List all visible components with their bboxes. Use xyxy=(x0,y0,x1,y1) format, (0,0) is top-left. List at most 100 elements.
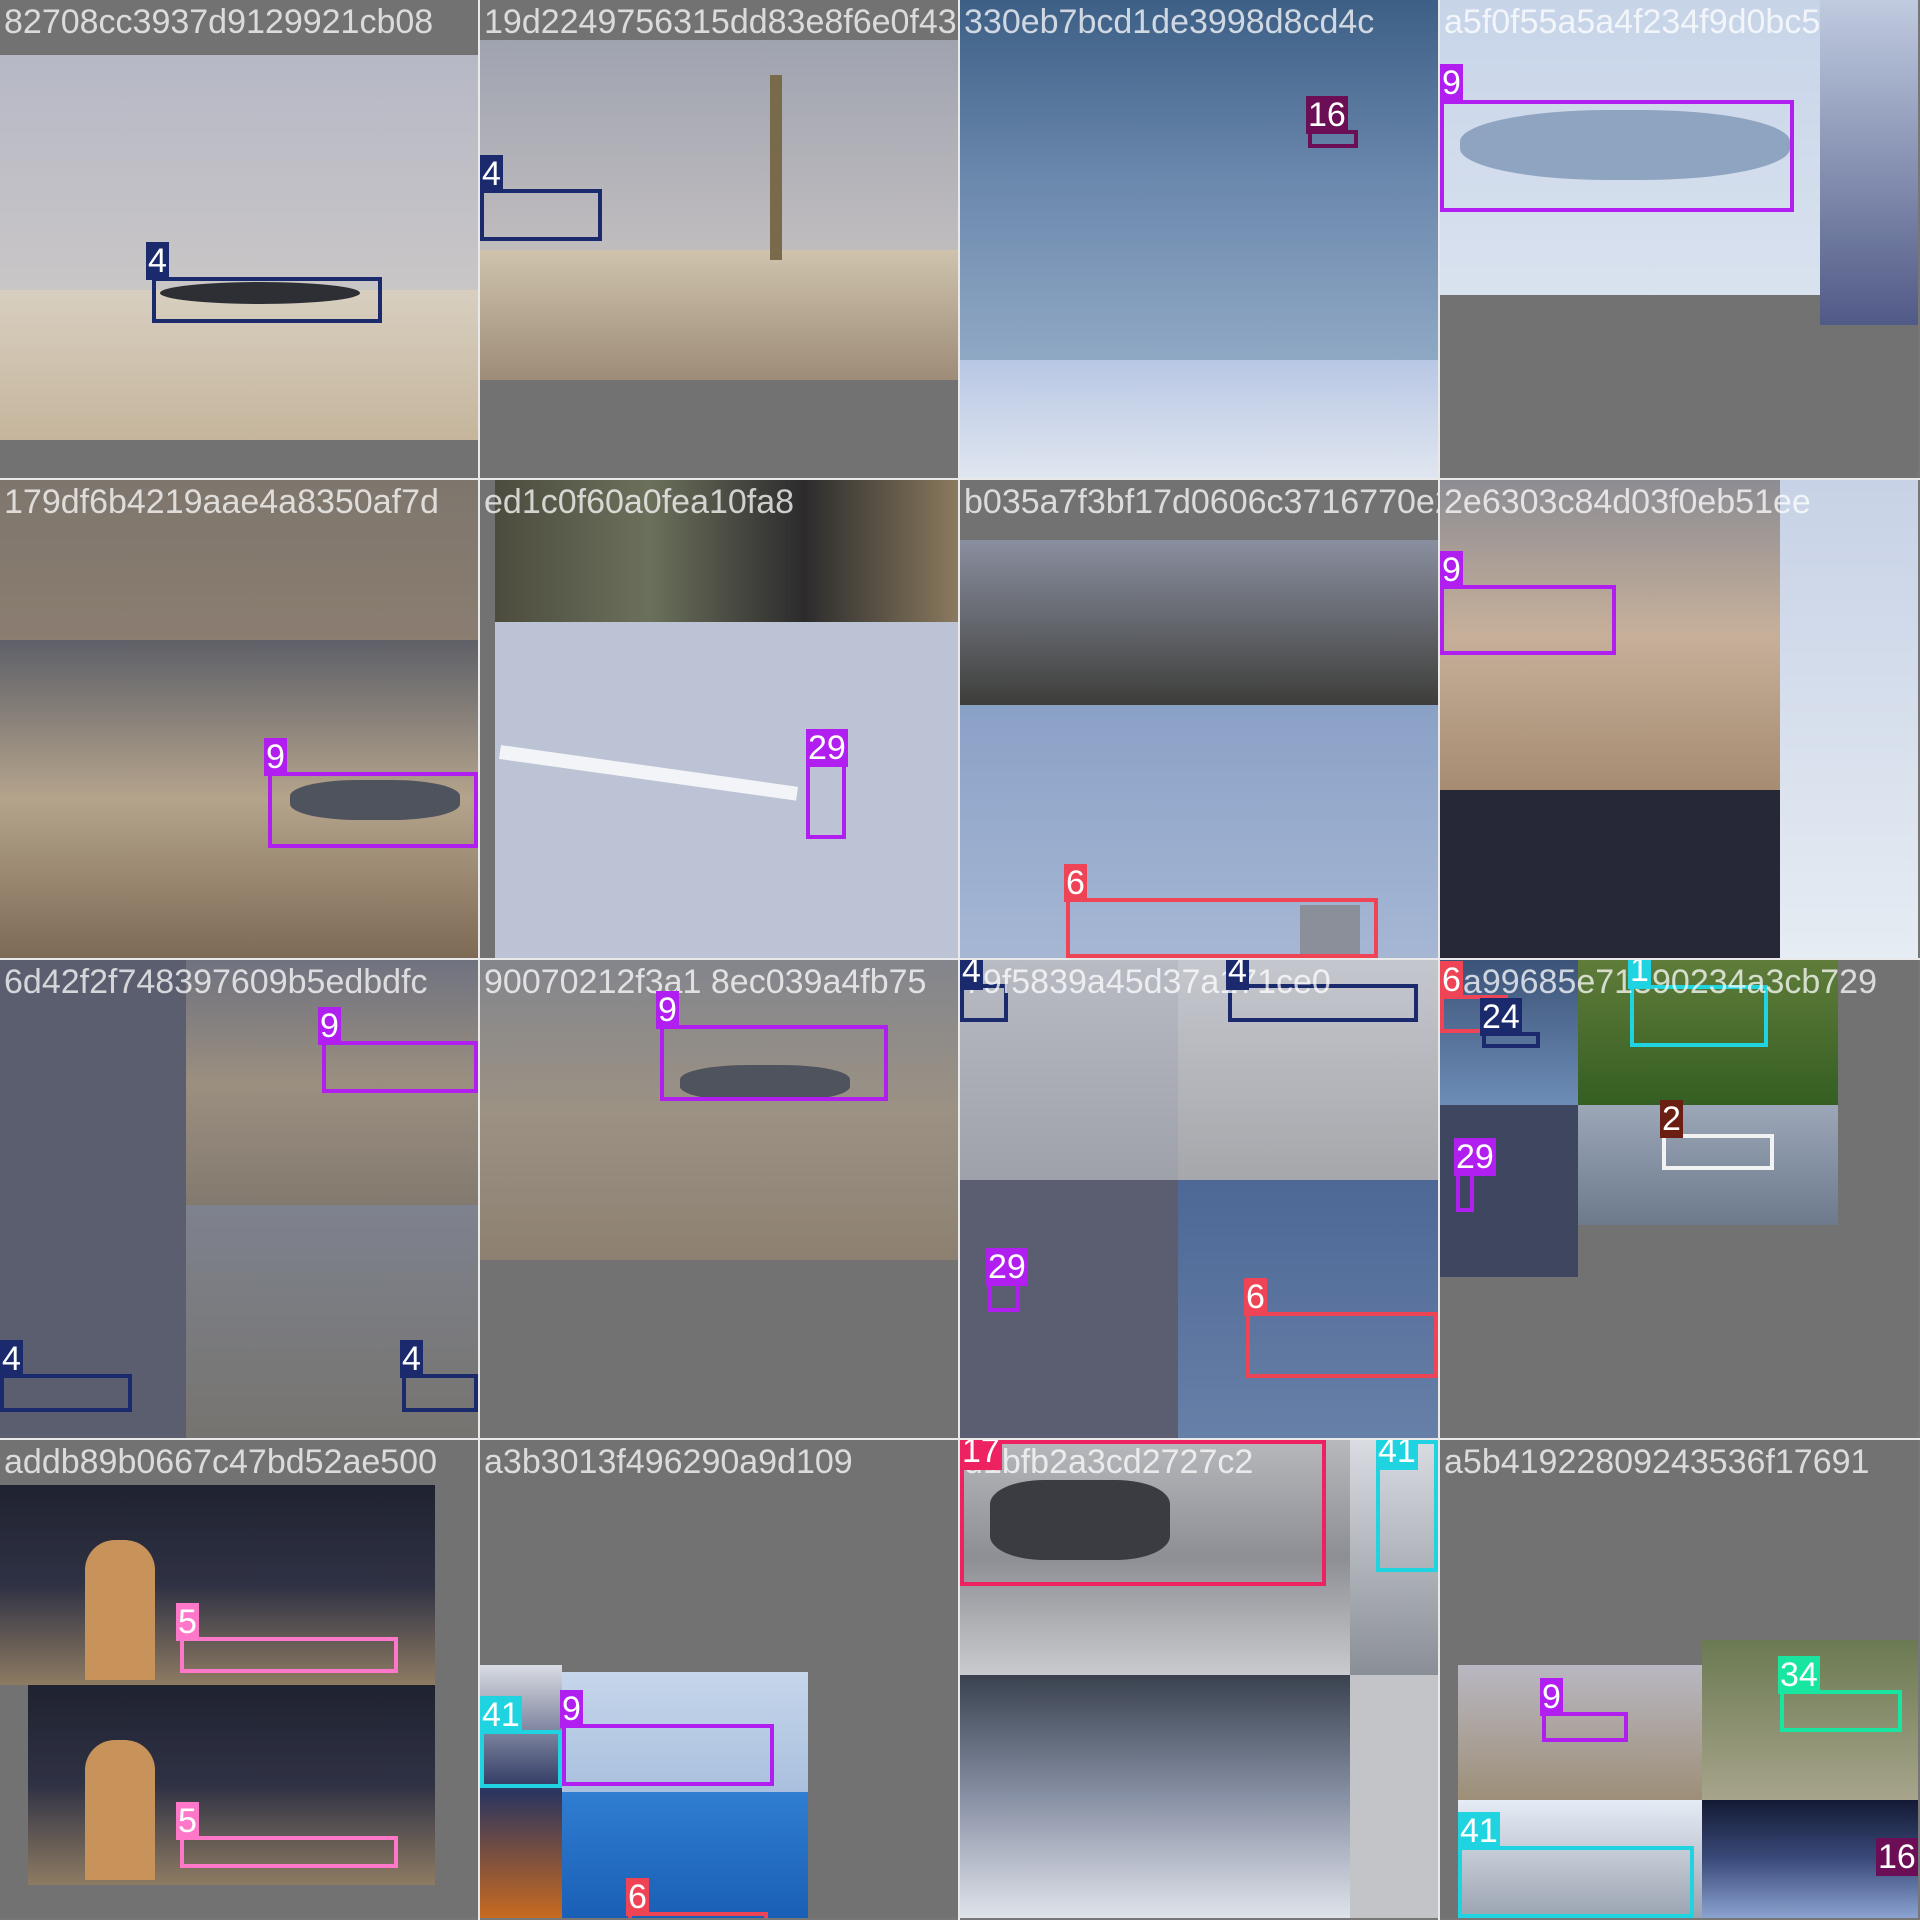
mosaic-tile-2: 16 330eb7bcd1de3998d8cd4c xyxy=(960,0,1438,478)
image-filename: addb89b0667c47bd52ae500 xyxy=(4,1443,438,1481)
detection-box xyxy=(268,772,478,848)
detection-label: 17 xyxy=(960,1440,1002,1470)
detection-box xyxy=(180,1836,398,1868)
mosaic-tile-9: 9 90070212f3a1 8ec039a4fb75 xyxy=(480,960,958,1438)
detection-label: 41 xyxy=(480,1696,522,1734)
image-filename: ed1c0f60a0fea10fa8 xyxy=(484,483,795,521)
image-filename: a3b3013f496290a9d109 xyxy=(484,1443,853,1481)
marshaller-person xyxy=(85,1740,155,1880)
water-photo xyxy=(1780,480,1918,958)
mosaic-tile-12: 5 5 addb89b0667c47bd52ae500 xyxy=(0,1440,478,1918)
detection-label: 9 xyxy=(656,991,679,1029)
detection-box xyxy=(322,1041,478,1093)
detection-label: 4 xyxy=(960,960,983,990)
image-filename: 330eb7bcd1de3998d8cd4c xyxy=(964,3,1375,41)
image-filename: 2e6303c84d03f0eb51ee xyxy=(1444,483,1811,521)
mosaic-tile-1: 4 19d2249756315dd83e8f6e0f43d59778cd xyxy=(480,0,958,478)
image-filename: 79f5839a45d37a171ce0 xyxy=(964,963,1331,1001)
detection-label: 4 xyxy=(1226,960,1249,990)
mosaic-tile-14: 17 41 d1bfb2a3cd2727c2 xyxy=(960,1440,1438,1918)
tower xyxy=(770,75,782,260)
detection-label: 6 xyxy=(1244,1278,1267,1316)
mosaic-tile-4: 9 179df6b4219aae4a8350af7d xyxy=(0,480,478,958)
detection-label: 29 xyxy=(986,1248,1028,1286)
dark-photo xyxy=(1440,790,1780,958)
mosaic-tile-7: 9 2e6303c84d03f0eb51ee xyxy=(1440,480,1918,958)
marshaller-person xyxy=(85,1540,155,1680)
mosaic-tile-0: 4 82708cc3937d9129921cb08 xyxy=(0,0,478,478)
detection-label: 9 xyxy=(560,1690,583,1728)
mosaic-tile-13: 41 9 6 a3b3013f496290a9d109 xyxy=(480,1440,958,1918)
sky-photo xyxy=(0,960,186,1438)
detection-label: 9 xyxy=(1440,551,1463,589)
detection-label: 9 xyxy=(264,738,287,776)
image-filename: d1bfb2a3cd2727c2 xyxy=(964,1443,1254,1481)
detection-box xyxy=(562,1724,774,1786)
detection-label: 24 xyxy=(1480,998,1522,1036)
detection-box xyxy=(660,1025,888,1101)
detection-label: 4 xyxy=(146,242,169,280)
detection-box xyxy=(1440,100,1794,212)
image-filename: b035a7f3bf17d0606c3716770e2 xyxy=(964,483,1438,521)
detection-label: 6 xyxy=(626,1878,649,1916)
detection-label: 1 xyxy=(1628,960,1651,989)
mosaic-tile-8: 9 4 4 6d42f2f748397609b5edbdfc xyxy=(0,960,478,1438)
detection-label: 9 xyxy=(1540,1678,1563,1716)
cloud-photo xyxy=(960,0,1438,360)
image-filename: 179df6b4219aae4a8350af7d xyxy=(4,483,439,521)
detection-box xyxy=(402,1374,478,1412)
cloud-photo xyxy=(960,360,1438,478)
mosaic-tile-6: 6 b035a7f3bf17d0606c3716770e2 xyxy=(960,480,1438,958)
detection-label: 29 xyxy=(1454,1138,1496,1176)
crowd-photo xyxy=(960,540,1438,705)
detection-box xyxy=(480,1730,562,1788)
sky-photo xyxy=(0,55,478,290)
detection-box xyxy=(480,189,602,241)
detection-label: 5 xyxy=(176,1603,199,1641)
desert-ground xyxy=(480,250,958,380)
detection-label: 4 xyxy=(0,1340,23,1378)
detection-label: 4 xyxy=(400,1340,423,1378)
detection-box xyxy=(628,1912,768,1918)
detection-label: 5 xyxy=(176,1802,199,1840)
mosaic-tile-5: 29 ed1c0f60a0fea10fa8 xyxy=(480,480,958,958)
detection-label: 34 xyxy=(1778,1656,1820,1694)
sea-photo xyxy=(562,1792,808,1918)
image-filename: 82708cc3937d9129921cb08 xyxy=(4,3,434,41)
grid-divider xyxy=(1438,0,1440,1920)
detection-label: 9 xyxy=(318,1007,341,1045)
detection-label: 16 xyxy=(1306,96,1348,134)
detection-box xyxy=(1246,1312,1438,1378)
dust-photo xyxy=(480,960,958,1260)
image-filename: 6d42f2f748397609b5edbdfc xyxy=(4,963,428,1001)
detection-label: 29 xyxy=(806,729,848,767)
detection-label: 6 xyxy=(1064,864,1087,902)
detection-label: 6 xyxy=(1440,961,1463,999)
detection-box xyxy=(1662,1134,1774,1170)
detection-box xyxy=(1066,898,1378,958)
detection-box xyxy=(1458,1846,1694,1918)
sky-photo xyxy=(960,1675,1350,1918)
detection-label: 41 xyxy=(1376,1440,1418,1470)
detection-box xyxy=(1542,1712,1628,1742)
mosaic-tile-10: 4 4 29 6 79f5839a45d37a171ce0 xyxy=(960,960,1438,1438)
detection-box xyxy=(0,1374,132,1412)
detection-box xyxy=(152,277,382,323)
mosaic-tile-11: 6 24 1 2 29 6a99685e71390234a3cb729 xyxy=(1440,960,1918,1438)
detection-label: 2 xyxy=(1660,1100,1683,1138)
mosaic-tile-3: 9 a5f0f55a5a4f234f9d0bc5 xyxy=(1440,0,1918,478)
detection-label: 9 xyxy=(1440,64,1463,102)
city-photo xyxy=(1820,0,1918,325)
sky-photo xyxy=(1178,1180,1438,1438)
image-filename: 6a99685e71390234a3cb729 xyxy=(1444,963,1878,1001)
detection-box xyxy=(1456,1172,1474,1212)
detection-label: 4 xyxy=(480,155,503,193)
image-filename: a5f0f55a5a4f234f9d0bc5 xyxy=(1444,3,1821,41)
image-filename: 19d2249756315dd83e8f6e0f43d59778cd xyxy=(484,3,958,41)
grid-divider xyxy=(0,478,1920,480)
detection-label: 41 xyxy=(1458,1812,1500,1850)
image-filename: 90070212f3a1 8ec039a4fb75 xyxy=(484,963,927,1001)
mosaic-tile-15: 9 34 41 16 a5b41922809243536f17691 xyxy=(1440,1440,1918,1918)
image-filename: a5b41922809243536f17691 xyxy=(1444,1443,1870,1481)
detection-box xyxy=(806,763,846,839)
